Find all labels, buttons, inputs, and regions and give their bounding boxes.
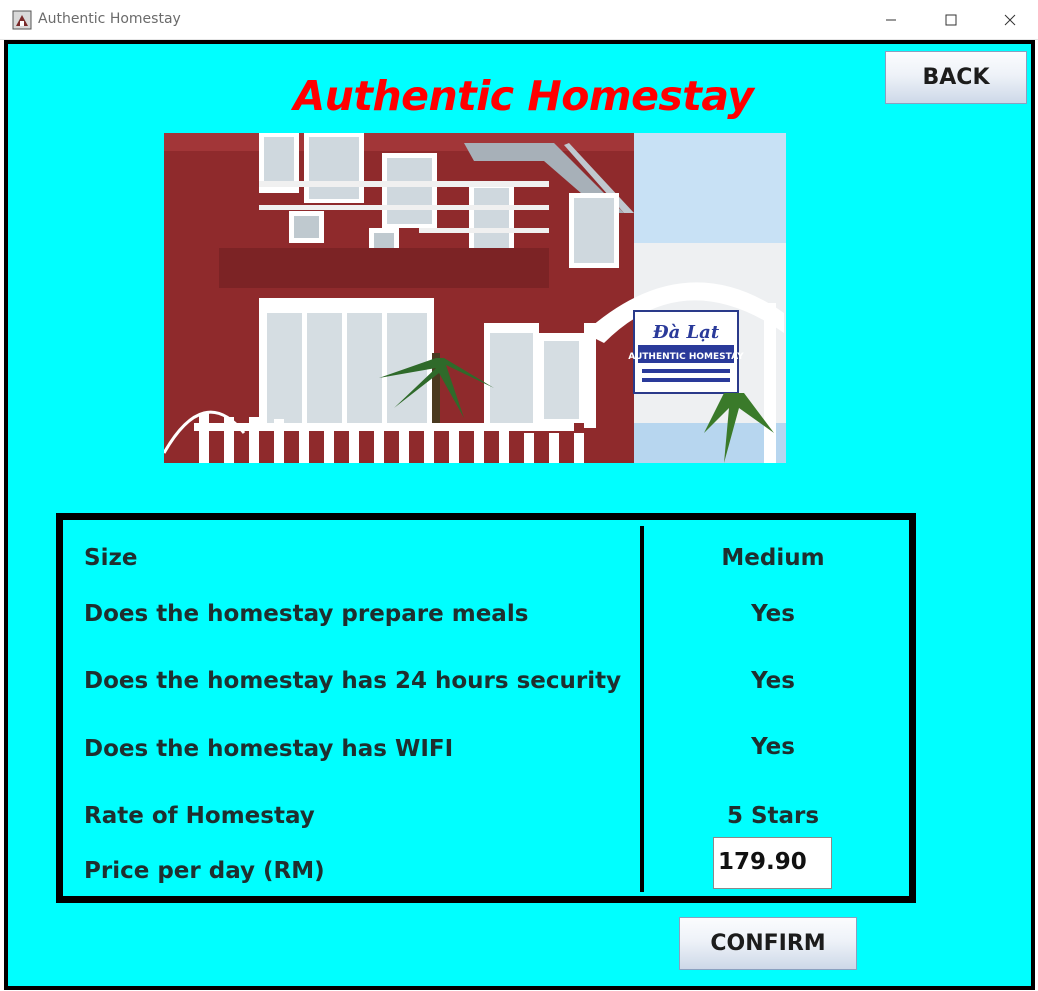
rate-label: Rate of Homestay <box>84 803 315 829</box>
security-label: Does the homestay has 24 hours security <box>84 668 622 694</box>
size-value: Medium <box>721 545 825 571</box>
window-title: Authentic Homestay <box>38 11 181 27</box>
sign-line-2: AUTHENTIC HOMESTAY <box>628 352 744 362</box>
minimize-icon <box>886 19 896 21</box>
window-titlebar: Authentic Homestay <box>0 0 1038 40</box>
meals-value: Yes <box>751 601 795 627</box>
close-button[interactable] <box>987 0 1033 40</box>
meals-label: Does the homestay prepare meals <box>84 601 529 627</box>
maximize-icon <box>945 14 957 26</box>
sign-line-1: Đà Lạt <box>652 322 720 343</box>
app-icon <box>12 10 32 30</box>
page-title: Authentic Homestay <box>293 72 754 120</box>
close-icon <box>1004 14 1016 26</box>
minimize-button[interactable] <box>868 0 914 40</box>
price-label: Price per day (RM) <box>84 858 325 884</box>
rate-value: 5 Stars <box>726 803 820 829</box>
wifi-value: Yes <box>751 734 795 760</box>
security-value: Yes <box>751 668 795 694</box>
back-button[interactable]: BACK <box>885 51 1027 104</box>
main-panel: Authentic Homestay BACK Đà Lạt AUTHENTIC… <box>4 40 1035 990</box>
wifi-label: Does the homestay has WIFI <box>84 736 454 762</box>
homestay-photo: Đà Lạt AUTHENTIC HOMESTAY <box>164 133 786 463</box>
maximize-button[interactable] <box>928 0 974 40</box>
column-divider <box>640 526 644 892</box>
confirm-button[interactable]: CONFIRM <box>679 917 857 970</box>
homestay-details-table: Size Medium Does the homestay prepare me… <box>56 513 916 903</box>
size-label: Size <box>84 545 138 571</box>
price-field[interactable]: 179.90 <box>713 837 832 889</box>
